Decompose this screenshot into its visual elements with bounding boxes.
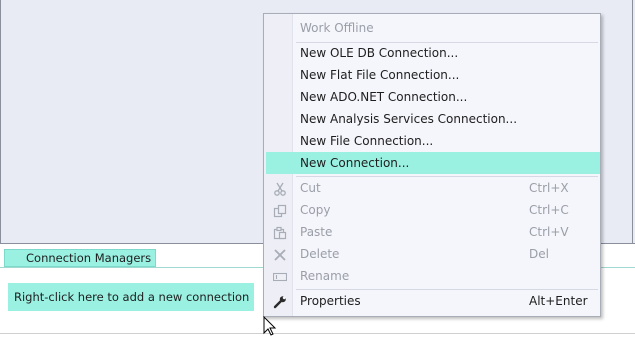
delete-x-icon: [273, 247, 287, 261]
menu-item-new-connection[interactable]: New Connection...: [266, 152, 600, 174]
menu-item-new-analysis-services-connection[interactable]: New Analysis Services Connection...: [266, 108, 600, 130]
paste-icon: [273, 225, 287, 240]
surface-left-border: [0, 0, 1, 243]
menu-item-shortcut: Ctrl+C: [529, 203, 569, 217]
menu-item-label: New OLE DB Connection...: [300, 46, 459, 60]
pane-bottom-border: [0, 333, 635, 334]
add-connection-manager-hint[interactable]: Right-click here to add a new connection…: [8, 283, 254, 311]
menu-item-label: New Analysis Services Connection...: [300, 112, 518, 126]
menu-item-label: Rename: [300, 269, 350, 283]
menu-item-work-offline[interactable]: Work Offline: [266, 17, 600, 39]
menu-item-label: Properties: [300, 294, 361, 308]
scissors-icon: [273, 181, 287, 196]
mouse-pointer-icon: [263, 315, 277, 336]
menu-item-rename[interactable]: Rename: [266, 265, 600, 287]
wrench-icon: [273, 294, 287, 309]
menu-item-new-ole-db-connection[interactable]: New OLE DB Connection...: [266, 42, 600, 64]
rename-icon: [272, 269, 288, 283]
menu-item-shortcut: Alt+Enter: [529, 294, 588, 308]
menu-item-label: Delete: [300, 247, 340, 261]
menu-item-label: New Flat File Connection...: [300, 68, 460, 82]
menu-item-copy[interactable]: Copy Ctrl+C: [266, 199, 600, 221]
menu-item-new-ado-net-connection[interactable]: New ADO.NET Connection...: [266, 86, 600, 108]
menu-item-paste[interactable]: Paste Ctrl+V: [266, 221, 600, 243]
surface-right-border: [632, 0, 633, 243]
menu-item-properties[interactable]: Properties Alt+Enter: [266, 290, 600, 312]
menu-item-label: New File Connection...: [300, 134, 434, 148]
menu-item-label: Work Offline: [300, 21, 374, 35]
menu-item-cut[interactable]: Cut Ctrl+X: [266, 177, 600, 199]
context-menu: Work Offline New OLE DB Connection... Ne…: [263, 13, 601, 317]
connection-managers-tab[interactable]: Connection Managers: [4, 249, 156, 267]
menu-item-shortcut: Ctrl+X: [529, 181, 569, 195]
menu-item-label: Paste: [300, 225, 333, 239]
menu-item-new-file-connection[interactable]: New File Connection...: [266, 130, 600, 152]
menu-item-shortcut: Del: [529, 247, 549, 261]
menu-item-label: New ADO.NET Connection...: [300, 90, 468, 104]
menu-item-label: Copy: [300, 203, 331, 217]
menu-item-label: Cut: [300, 181, 321, 195]
copy-icon: [273, 203, 287, 218]
menu-item-delete[interactable]: Delete Del: [266, 243, 600, 265]
menu-item-shortcut: Ctrl+V: [529, 225, 569, 239]
menu-item-label: New Connection...: [300, 156, 410, 170]
menu-item-new-flat-file-connection[interactable]: New Flat File Connection...: [266, 64, 600, 86]
